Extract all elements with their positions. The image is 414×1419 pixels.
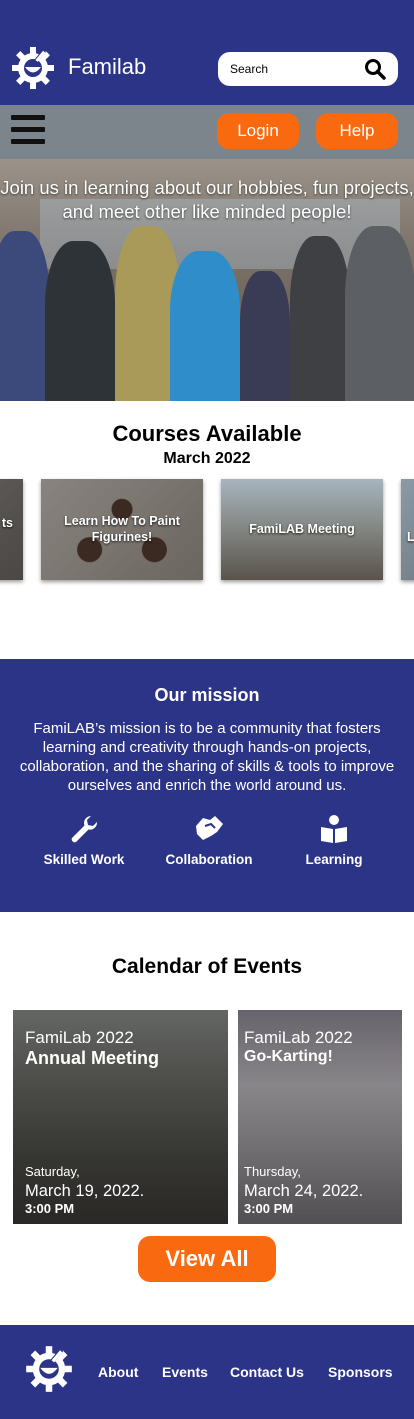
header: Familab Search — [0, 0, 414, 105]
hero-person — [45, 241, 115, 401]
calendar-title: Calendar of Events — [111, 955, 303, 978]
courses-subtitle: March 2022 — [163, 450, 251, 467]
course-card-label: FamiLAB Meeting — [249, 522, 355, 536]
hero-image: Join us in learning about our hobbies, f… — [0, 159, 414, 401]
event-date: March 19, 2022. — [25, 1182, 145, 1200]
handshake-icon — [196, 816, 223, 840]
event-date: March 24, 2022. — [244, 1182, 364, 1200]
hero-person — [240, 271, 290, 401]
wrench-icon — [71, 816, 98, 843]
search-input[interactable]: Search — [218, 52, 398, 86]
mission-section: Our mission FamiLAB’s mission is to be a… — [0, 659, 414, 912]
brand-name[interactable]: Familab — [68, 54, 146, 80]
hero-person — [290, 236, 350, 401]
footer: About Events Contact Us Sponsors — [0, 1325, 414, 1419]
course-card-label: Learn How To Paint Figurines! — [64, 514, 180, 544]
reader-icon — [321, 815, 347, 843]
hero-text: Join us in learning about our hobbies, f… — [0, 177, 414, 222]
footer-link-events[interactable]: Events — [162, 1364, 208, 1380]
event-org: FamiLab 2022 — [25, 1028, 134, 1047]
mission-item-collaboration: Collaboration — [149, 814, 269, 867]
course-card[interactable]: Learn How To Paint Figurines! — [41, 479, 203, 580]
course-card-label: L — [407, 530, 414, 544]
mission-text: FamiLAB’s mission is to be a community t… — [19, 720, 395, 794]
mission-item-skilled-work: Skilled Work — [24, 814, 144, 867]
mission-title: Our mission — [154, 685, 260, 705]
event-day: Saturday, — [25, 1164, 80, 1179]
hero-person — [170, 251, 240, 401]
help-button[interactable]: Help — [316, 113, 398, 149]
mission-item-label: Collaboration — [165, 852, 253, 867]
footer-link-sponsors[interactable]: Sponsors — [328, 1364, 393, 1380]
event-card[interactable]: FamiLab 2022 Go-Karting! Thursday, March… — [238, 1010, 402, 1224]
event-card[interactable]: FamiLab 2022 Annual Meeting Saturday, Ma… — [13, 1010, 228, 1224]
search-placeholder: Search — [230, 62, 269, 76]
search-icon[interactable] — [364, 58, 386, 80]
event-org: FamiLab 2022 — [244, 1028, 353, 1047]
course-card[interactable]: FamiLAB Meeting — [221, 479, 383, 580]
familab-gear-logo-icon[interactable] — [10, 45, 56, 91]
course-card[interactable]: L — [401, 479, 414, 580]
hero-person — [0, 231, 50, 401]
event-day: Thursday, — [244, 1164, 301, 1179]
mission-item-learning: Learning — [274, 814, 394, 867]
footer-link-contact[interactable]: Contact Us — [230, 1364, 304, 1380]
view-all-button[interactable]: View All — [138, 1236, 276, 1282]
event-name: Go-Karting! — [244, 1048, 333, 1065]
familab-gear-logo-icon[interactable] — [24, 1344, 74, 1394]
mission-item-label: Skilled Work — [43, 852, 125, 867]
footer-link-about[interactable]: About — [98, 1364, 138, 1380]
mission-item-label: Learning — [305, 852, 363, 867]
course-card[interactable]: ts — [0, 479, 23, 580]
event-time: 3:00 PM — [244, 1201, 294, 1216]
courses-title: Courses Available — [112, 421, 302, 446]
course-card-label: ts — [1, 516, 13, 530]
hero-person — [345, 226, 414, 401]
menu-icon[interactable] — [11, 115, 45, 145]
event-name: Annual Meeting — [25, 1048, 159, 1068]
login-button[interactable]: Login — [217, 113, 299, 149]
event-time: 3:00 PM — [25, 1201, 75, 1216]
